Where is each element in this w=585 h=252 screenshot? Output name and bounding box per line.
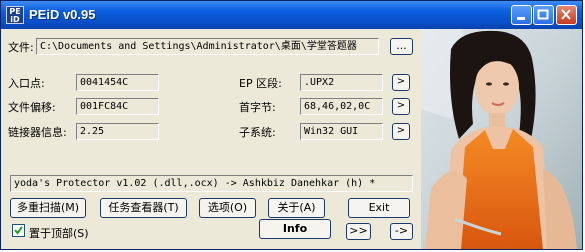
stay-on-top-label[interactable]: 置于顶部(S) — [29, 225, 89, 241]
forward-button[interactable]: >> — [346, 223, 371, 240]
subsystem-label: 子系统: — [239, 126, 276, 139]
more-button[interactable]: -> — [390, 223, 413, 240]
linker-info-field[interactable]: 2.25 — [76, 123, 159, 140]
peid-app-icon[interactable]: PE iD — [6, 6, 24, 24]
close-icon — [561, 9, 571, 20]
minimize-icon — [517, 17, 525, 20]
skin-photo — [421, 29, 582, 249]
first-bytes-field[interactable]: 68,46,02,0C — [300, 98, 383, 115]
browse-button[interactable]: ... — [390, 38, 413, 55]
woman-portrait-image — [421, 29, 582, 249]
first-bytes-label: 首字节: — [239, 101, 276, 114]
task-viewer-button[interactable]: 任务查看器(T) — [100, 198, 187, 218]
exit-button[interactable]: Exit — [348, 198, 410, 218]
multi-scan-button[interactable]: 多重扫描(M) — [10, 198, 86, 218]
info-button[interactable]: Info — [259, 219, 331, 239]
stay-on-top-checkbox[interactable] — [12, 224, 25, 237]
first-bytes-details-button[interactable]: > — [392, 98, 410, 115]
entry-point-label: 入口点: — [8, 77, 45, 90]
detection-result-field[interactable]: yoda's Protector v1.02 (.dll,.ocx) -> As… — [10, 175, 413, 192]
file-offset-field[interactable]: 001FC84C — [76, 98, 159, 115]
window-title: PEiD v0.95 — [29, 7, 96, 22]
close-button[interactable] — [556, 5, 577, 25]
restore-button[interactable] — [533, 5, 554, 25]
file-offset-label: 文件偏移: — [8, 101, 56, 114]
file-label: 文件: — [8, 41, 34, 54]
restore-icon — [537, 9, 549, 20]
subsystem-details-button[interactable]: > — [392, 123, 410, 140]
subsystem-field[interactable]: Win32 GUI — [300, 123, 383, 140]
entry-point-field[interactable]: 0041454C — [76, 74, 159, 91]
ep-section-label: EP 区段: — [239, 77, 282, 90]
peid-window: PE iD PEiD v0.95 文件: C:\Documents and Se… — [0, 0, 583, 250]
about-button[interactable]: 关于(A) — [268, 198, 325, 218]
file-path-field[interactable]: C:\Documents and Settings\Administrator\… — [36, 38, 379, 55]
title-bar[interactable]: PE iD PEiD v0.95 — [1, 1, 582, 29]
ep-section-field[interactable]: .UPX2 — [300, 74, 383, 91]
minimize-button[interactable] — [511, 5, 532, 25]
options-button[interactable]: 选项(O) — [199, 198, 256, 218]
ep-section-details-button[interactable]: > — [392, 74, 410, 91]
linker-info-label: 链接器信息: — [8, 126, 67, 139]
checkmark-icon — [14, 226, 23, 235]
